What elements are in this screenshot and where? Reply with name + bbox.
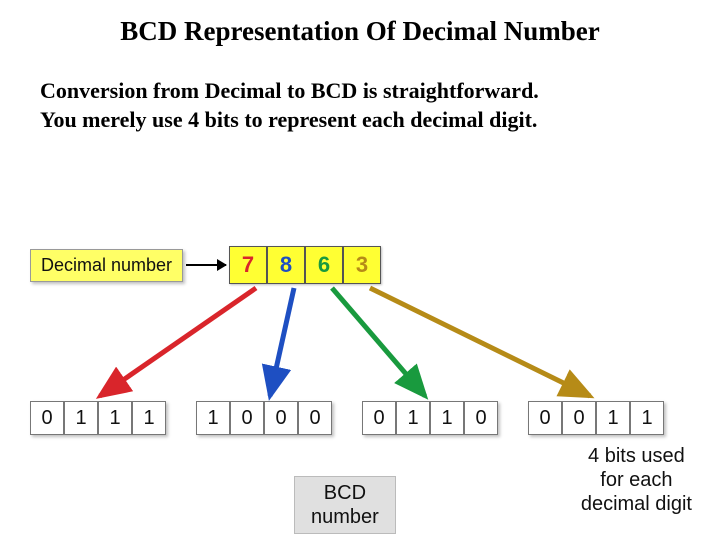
bcd-group-3: 0 0 1 1 <box>528 401 664 435</box>
decimal-digit-1: 8 <box>267 246 305 284</box>
bcd-group-0: 0 1 1 1 <box>30 401 166 435</box>
bit: 1 <box>64 401 98 435</box>
page-title: BCD Representation Of Decimal Number <box>0 16 720 47</box>
bcd-label: BCD number <box>294 476 396 534</box>
bcd-label-line-1: BCD <box>324 482 366 504</box>
arrow-red-icon <box>100 288 256 396</box>
bit: 1 <box>98 401 132 435</box>
bcd-row: 0 1 1 1 1 0 0 0 0 1 1 0 0 0 1 1 <box>30 401 664 435</box>
caption-line-3: decimal digit <box>581 493 692 515</box>
bit: 1 <box>430 401 464 435</box>
bit: 1 <box>396 401 430 435</box>
arrow-right-icon <box>186 264 226 266</box>
bit: 0 <box>264 401 298 435</box>
arrow-blue-icon <box>270 288 294 396</box>
caption-line-1: 4 bits used <box>588 445 685 467</box>
bit: 0 <box>562 401 596 435</box>
bcd-group-2: 0 1 1 0 <box>362 401 498 435</box>
bcd-group-1: 1 0 0 0 <box>196 401 332 435</box>
decimal-digit-0: 7 <box>229 246 267 284</box>
bit: 0 <box>464 401 498 435</box>
bit: 0 <box>362 401 396 435</box>
decimal-row: Decimal number 7 8 6 3 <box>30 246 381 284</box>
arrow-green-icon <box>332 288 425 396</box>
decimal-label: Decimal number <box>30 249 183 282</box>
decimal-digit-2: 6 <box>305 246 343 284</box>
decimal-digits: 7 8 6 3 <box>229 246 381 284</box>
bit: 0 <box>298 401 332 435</box>
bit: 1 <box>196 401 230 435</box>
caption-line-2: for each <box>600 469 672 491</box>
body-text: Conversion from Decimal to BCD is straig… <box>40 77 680 134</box>
bit: 1 <box>596 401 630 435</box>
bit: 0 <box>30 401 64 435</box>
decimal-digit-3: 3 <box>343 246 381 284</box>
bcd-label-line-2: number <box>311 506 379 528</box>
bit: 1 <box>132 401 166 435</box>
bit: 1 <box>630 401 664 435</box>
bit: 0 <box>528 401 562 435</box>
body-line-1: Conversion from Decimal to BCD is straig… <box>40 78 539 103</box>
body-line-2: You merely use 4 bits to represent each … <box>40 107 537 132</box>
bit: 0 <box>230 401 264 435</box>
arrow-gold-icon <box>370 288 590 396</box>
bits-caption: 4 bits used for each decimal digit <box>581 444 692 516</box>
